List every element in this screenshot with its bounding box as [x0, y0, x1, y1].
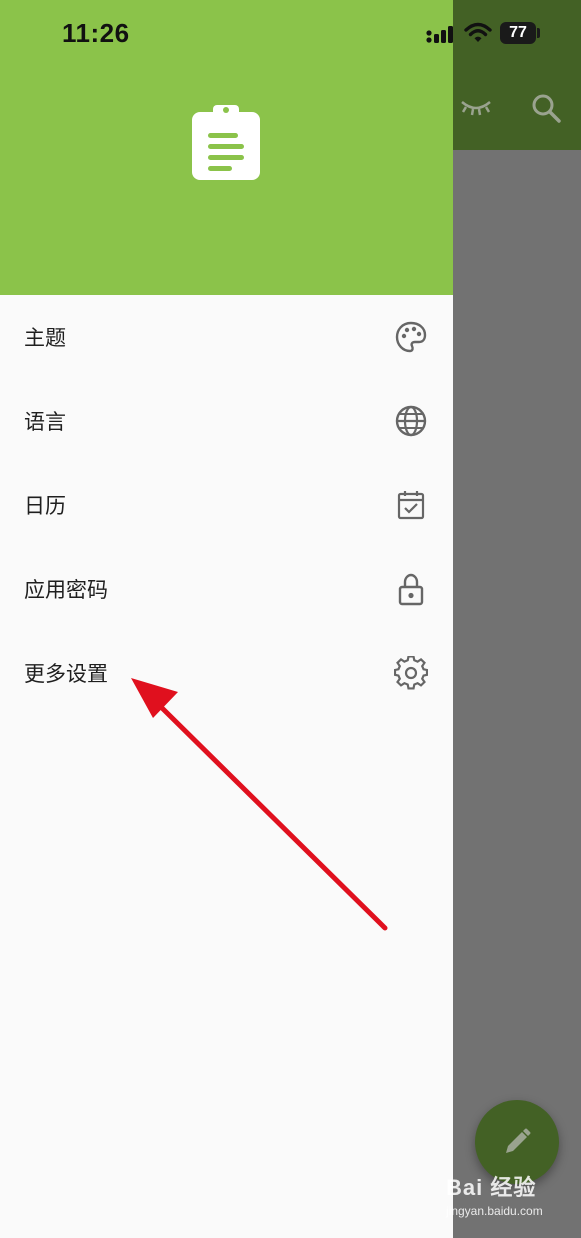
eye-closed-icon[interactable] [458, 96, 494, 120]
watermark-brand: Bai 经验 [446, 1175, 537, 1200]
gear-icon [394, 656, 428, 690]
watermark-url: jingyan.baidu.com [446, 1204, 543, 1218]
menu-item-label: 日历 [24, 495, 66, 518]
navigation-drawer: 主题 语言 日历 应用密码 更多设置 [0, 0, 453, 1238]
wifi-icon [464, 22, 492, 42]
menu-item-label: 更多设置 [24, 663, 108, 686]
globe-icon [394, 404, 428, 438]
menu-item-app-password[interactable]: 应用密码 [0, 547, 453, 631]
status-time: 11:26 [62, 18, 130, 48]
battery-indicator: 77 [500, 22, 536, 44]
menu-item-language[interactable]: 语言 [0, 379, 453, 463]
pencil-icon [506, 1128, 531, 1153]
lock-icon [394, 572, 428, 606]
menu-item-label: 应用密码 [24, 579, 108, 602]
battery-level: 77 [509, 24, 527, 41]
drawer-menu: 主题 语言 日历 应用密码 更多设置 [0, 295, 453, 715]
cellular-signal-icon [426, 26, 453, 43]
menu-item-label: 主题 [24, 327, 66, 350]
calendar-check-icon [394, 488, 428, 522]
menu-item-more-settings[interactable]: 更多设置 [0, 631, 453, 715]
status-bar: 11:26 77 [0, 0, 581, 70]
battery-cap [537, 28, 540, 38]
menu-item-theme[interactable]: 主题 [0, 295, 453, 379]
menu-item-label: 语言 [24, 411, 66, 434]
menu-item-calendar[interactable]: 日历 [0, 463, 453, 547]
palette-icon [394, 320, 428, 354]
search-icon[interactable] [530, 92, 562, 124]
clipboard-icon [192, 105, 260, 180]
watermark: Bai 经验 jingyan.baidu.com [446, 1170, 543, 1218]
